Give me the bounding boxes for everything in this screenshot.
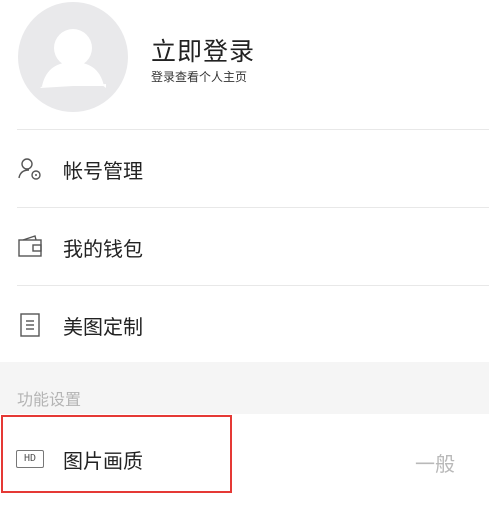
wallet-icon xyxy=(18,235,42,257)
menu-item-customize[interactable]: 美图定制 xyxy=(0,286,489,362)
setting-image-quality[interactable]: HD 图片画质 一般 xyxy=(0,416,489,492)
user-settings-icon xyxy=(18,158,41,180)
document-icon xyxy=(20,313,40,337)
avatar[interactable] xyxy=(18,2,128,112)
user-avatar-icon xyxy=(40,29,106,88)
hd-icon: HD xyxy=(16,450,44,468)
setting-value: 一般 xyxy=(415,452,455,476)
profile-header[interactable]: 立即登录 登录查看个人主页 xyxy=(0,0,489,130)
menu-item-label: 我的钱包 xyxy=(63,237,143,261)
menu-item-wallet[interactable]: 我的钱包 xyxy=(0,208,489,284)
menu-item-label: 帐号管理 xyxy=(63,159,143,183)
section-title: 功能设置 xyxy=(17,390,82,409)
section-header: 功能设置 xyxy=(0,362,489,414)
menu-item-label: 美图定制 xyxy=(63,315,143,339)
menu-item-account[interactable]: 帐号管理 xyxy=(0,130,489,206)
login-title[interactable]: 立即登录 xyxy=(151,32,255,68)
login-subtitle: 登录查看个人主页 xyxy=(151,70,248,84)
setting-label: 图片画质 xyxy=(63,449,143,473)
